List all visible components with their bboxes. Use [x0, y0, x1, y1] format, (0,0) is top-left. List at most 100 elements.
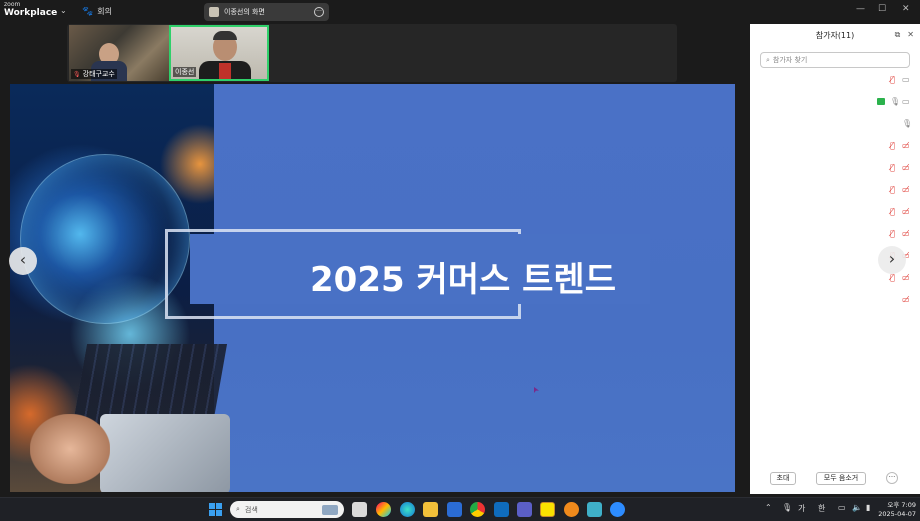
next-page-button[interactable]: › [878, 246, 906, 274]
camera-off-icon: ▭̸ [902, 273, 910, 282]
ime-lang-1[interactable]: 가 [798, 503, 805, 514]
panel-header-icons: ⧉ ✕ [895, 30, 914, 40]
outlook-icon[interactable] [494, 502, 509, 517]
search-icon: ⌕ [766, 55, 770, 64]
screen-share-indicator[interactable]: 이종선의 화면 ··· [204, 3, 329, 21]
brand-big: Workplace [4, 8, 58, 18]
tray-chevron-icon[interactable]: ⌃ [765, 503, 772, 512]
previous-page-button[interactable]: ‹ [9, 247, 37, 275]
taskbar-search[interactable]: ⌕ 검색 [230, 501, 344, 518]
more-options-icon[interactable]: ··· [314, 7, 324, 17]
chrome-icon[interactable] [470, 502, 485, 517]
camera-off-icon: ▭̸ [902, 185, 910, 194]
video-name-tag: 🎙 강태구교수 [71, 69, 117, 79]
camera-icon: ▭ [902, 97, 910, 106]
teams-icon[interactable] [517, 502, 532, 517]
mic-muted-icon: 🎙̸ [890, 163, 895, 172]
video-tile-active[interactable]: 이종선 [169, 25, 269, 81]
laptop-graphic [100, 414, 230, 492]
windows-start-icon[interactable] [208, 502, 223, 517]
mouse-cursor-icon [534, 387, 539, 393]
search-highlight-icon [322, 504, 338, 515]
participant-hair [213, 31, 237, 40]
windows-taskbar: ⌕ 검색 ⌃ 🎙 가 한 ▭ 🔈 ▮ 오후 7:09 2025-04-07 [0, 497, 920, 521]
participant-row[interactable]: 🎙 ▭ [750, 96, 920, 108]
shirt-stripe [219, 63, 231, 79]
video-name: 강태구교수 [82, 70, 115, 78]
close-window-button[interactable]: ✕ [902, 4, 910, 14]
participant-row[interactable]: 🎙̸ ▭̸ [750, 206, 920, 218]
video-name: 이종선 [175, 68, 195, 76]
display-icon[interactable]: ▭ [838, 503, 846, 512]
more-options-button[interactable]: ··· [886, 472, 898, 484]
mic-muted-icon: 🎙̸ [890, 75, 895, 84]
mic-muted-icon: 🎙̸ [890, 207, 895, 216]
slide-title: 2025 커머스 트렌드 [310, 260, 616, 300]
hand-graphic [30, 414, 110, 484]
video-tile[interactable]: 🎙 강태구교수 [69, 25, 169, 81]
participant-row[interactable]: 🎙̸ ▭̸ [750, 140, 920, 152]
screen-share-icon [877, 98, 885, 105]
zoom-icon[interactable] [610, 502, 625, 517]
search-placeholder: 참가자 찾기 [772, 56, 808, 64]
mic-muted-icon: 🎙̸ [890, 185, 895, 194]
ime-lang-2[interactable]: 한 [818, 503, 825, 514]
camera-off-icon: ▭̸ [902, 229, 910, 238]
zoom-app-window: zoom Workplace ⌄ 🐾 회의 이종선의 화면 ··· — ☐ ✕ … [0, 0, 920, 521]
clock-date: 2025-04-07 [878, 510, 916, 518]
volume-icon[interactable]: 🔈 [852, 503, 862, 512]
mic-muted-icon: 🎙 [73, 70, 81, 78]
clock-time: 오후 7:09 [887, 501, 916, 509]
camera-off-icon: ▭̸ [902, 295, 910, 304]
store-icon[interactable] [447, 502, 462, 517]
participant-row[interactable]: 🎙̸ ▭̸ [750, 272, 920, 284]
participant-search[interactable]: ⌕ 참가자 찾기 [760, 52, 910, 68]
participant-row[interactable]: 🎙̸ ▭̸ [750, 184, 920, 196]
camera-off-icon: ▭̸ [902, 163, 910, 172]
notepad-icon[interactable] [587, 502, 602, 517]
file-explorer-icon[interactable] [423, 502, 438, 517]
battery-icon[interactable]: ▮ [866, 503, 870, 512]
tray-mic-icon[interactable]: 🎙 [782, 503, 792, 512]
share-label: 이종선의 화면 [224, 8, 265, 16]
zoom-logo: zoom Workplace [4, 2, 57, 18]
maximize-button[interactable]: ☐ [878, 4, 886, 14]
close-icon[interactable]: ✕ [907, 30, 914, 40]
participant-row[interactable]: 🎙 [750, 118, 920, 130]
participant-row[interactable]: 🎙̸ ▭̸ [750, 162, 920, 174]
meeting-label: 회의 [97, 7, 112, 16]
mute-all-button[interactable]: 모두 음소거 [816, 472, 866, 485]
shared-screen-area: 2025 커머스 트렌드 ‹ [0, 82, 750, 494]
mic-muted-icon: 🎙̸ [890, 141, 895, 150]
chevron-down-icon[interactable]: ⌄ [60, 6, 67, 15]
participant-row[interactable]: ▭̸ [750, 294, 920, 306]
kakaotalk-icon[interactable] [540, 502, 555, 517]
video-name-tag: 이종선 [173, 67, 197, 77]
participant-row[interactable]: 🎙̸ ▭ [750, 74, 920, 86]
edge-icon[interactable] [400, 502, 415, 517]
clock[interactable]: 오후 7:09 2025-04-07 [878, 501, 916, 519]
meeting-menu[interactable]: 🐾 회의 [82, 6, 112, 17]
popout-icon[interactable]: ⧉ [895, 30, 901, 40]
taskbar-search-label: 검색 [244, 505, 258, 514]
search-icon: ⌕ [236, 505, 240, 513]
participant-row[interactable]: 🎙̸ ▭̸ [750, 228, 920, 240]
camera-off-icon: ▭̸ [902, 141, 910, 150]
title-bar: zoom Workplace ⌄ 🐾 회의 이종선의 화면 ··· — ☐ ✕ [0, 0, 920, 24]
camera-off-icon: ▭̸ [902, 207, 910, 216]
invite-button[interactable]: 초대 [770, 472, 796, 485]
panel-footer: 초대 모두 음소거 ··· [750, 468, 920, 490]
task-view-icon[interactable] [352, 502, 367, 517]
mic-muted-icon: 🎙̸ [890, 229, 895, 238]
mic-icon: 🎙 [902, 119, 913, 128]
share-avatar-icon [209, 7, 219, 17]
minimize-button[interactable]: — [856, 4, 865, 14]
camera-icon: ▭ [902, 75, 910, 84]
keyboard-graphic [72, 344, 228, 424]
presentation-slide: 2025 커머스 트렌드 [10, 84, 735, 492]
mic-icon: 🎙 [890, 97, 901, 106]
video-strip: 🎙 강태구교수 이종선 [67, 24, 677, 82]
paw-icon: 🐾 [82, 6, 94, 17]
search-app-icon[interactable] [564, 502, 579, 517]
copilot-icon[interactable] [376, 502, 391, 517]
